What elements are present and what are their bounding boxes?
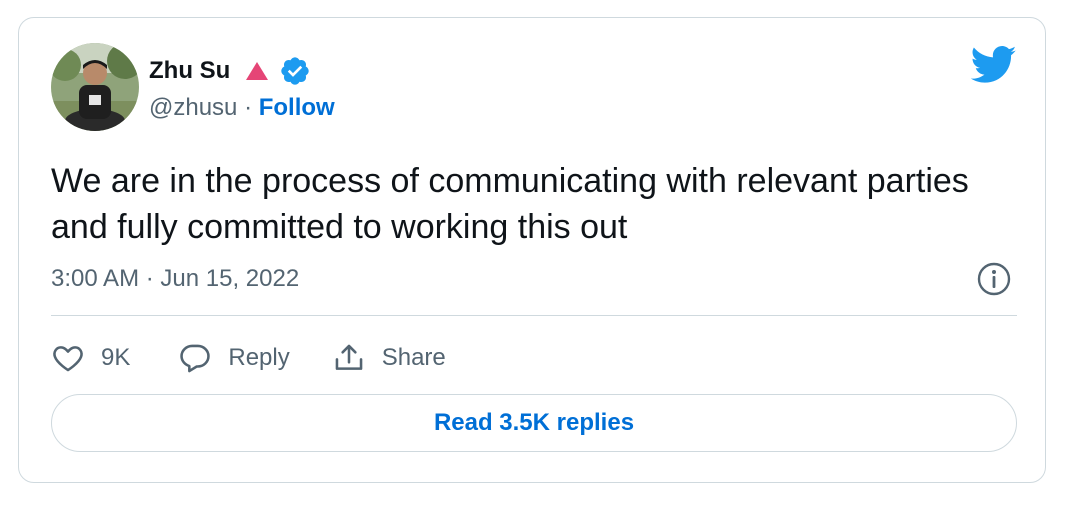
handle-separator: · [237,94,259,121]
avatar[interactable] [51,43,139,131]
share-button[interactable]: Share [332,341,446,375]
twitter-bird-icon[interactable] [970,45,1017,85]
speech-bubble-icon [180,344,211,373]
action-bar: 9K Reply Share [51,338,446,378]
info-icon[interactable] [976,261,1012,297]
share-label: Share [381,344,446,371]
follow-link[interactable]: Follow [259,94,335,121]
share-upload-icon [335,344,363,370]
tweet-text: We are in the process of communicating w… [51,162,969,246]
reply-button[interactable]: Reply [178,341,290,375]
tweet-card: Zhu Su @zhusu · Follow We are in the pro… [18,17,1046,483]
red-triangle-icon [244,60,270,82]
divider [51,315,1017,316]
like-count: 9K [101,344,131,371]
verified-badge-icon [279,55,311,87]
author-handle[interactable]: @zhusu [149,94,237,121]
author-name-row: Zhu Su [149,55,311,87]
tweet-timestamp[interactable]: 3:00 AM · Jun 15, 2022 [51,263,299,295]
author-name[interactable]: Zhu Su [149,57,230,85]
avatar-photo [51,43,139,131]
read-replies-button[interactable]: Read 3.5K replies [51,394,1017,452]
handle-row: @zhusu · Follow [149,92,335,124]
reply-label: Reply [228,344,290,371]
heart-icon [53,346,83,372]
like-button[interactable]: 9K [51,341,130,375]
